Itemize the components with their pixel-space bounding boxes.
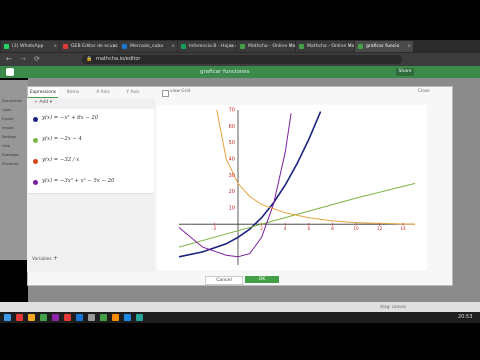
taskbar-app-icon[interactable] bbox=[28, 314, 35, 321]
tab-label: Mathcha - Online Ma bbox=[248, 44, 295, 49]
taskbar-app-icon[interactable] bbox=[16, 314, 23, 321]
cancel-button[interactable]: Cancel bbox=[205, 276, 243, 285]
x-tick-label: 4 bbox=[284, 226, 287, 231]
expression-text[interactable]: y(x) = −3x³ + x² − 5x − 20 bbox=[42, 178, 114, 184]
add-label: Add bbox=[39, 100, 49, 105]
view-grid-checkbox[interactable] bbox=[162, 90, 169, 97]
browser-tab[interactable]: Inferencia B - Hojas d × bbox=[178, 41, 236, 52]
bottom-black-bar bbox=[0, 323, 480, 360]
close-tab-icon[interactable]: × bbox=[289, 41, 293, 52]
close-tab-icon[interactable]: × bbox=[407, 41, 411, 52]
expression-row[interactable]: y(x) = −3x³ + x² − 5x − 20 bbox=[28, 172, 154, 194]
url-field[interactable]: 🔒 mathcha.io/editor bbox=[82, 55, 402, 64]
browser-tab[interactable]: Mathcha - Online Ma × bbox=[296, 41, 354, 52]
tab-label: (3) WhatsApp bbox=[12, 44, 44, 49]
plot-background bbox=[157, 105, 427, 270]
url-text: mathcha.io/editor bbox=[96, 56, 141, 62]
taskbar-app-icon[interactable] bbox=[76, 314, 83, 321]
app-logo-icon bbox=[6, 68, 14, 76]
expression-row[interactable]: y(x) = −x² + 6x − 20 bbox=[28, 109, 154, 131]
add-variable-icon[interactable]: + bbox=[53, 255, 58, 262]
view-grid-label: view Grid bbox=[170, 89, 191, 94]
close-dialog-button[interactable]: Close bbox=[418, 89, 430, 94]
dialog-tab[interactable]: Y Axis bbox=[118, 88, 148, 97]
ok-button[interactable]: OK bbox=[245, 276, 279, 283]
taskbar-app-icon[interactable] bbox=[4, 314, 11, 321]
taskbar-app-icon[interactable] bbox=[64, 314, 71, 321]
tab-favicon-icon bbox=[122, 44, 127, 49]
variables-label: Variables bbox=[32, 257, 52, 262]
close-tab-icon[interactable]: × bbox=[53, 41, 57, 52]
tab-favicon-icon bbox=[299, 44, 304, 49]
expression-row[interactable]: y(x) = −2x − 4 bbox=[28, 130, 154, 152]
status-text: drag: canvas bbox=[380, 304, 406, 309]
x-tick-label: 6 bbox=[307, 226, 310, 231]
close-tab-icon[interactable]: × bbox=[171, 41, 175, 52]
tab-favicon-icon bbox=[358, 44, 363, 49]
tab-label: GEB Editor de ecuaci bbox=[71, 44, 118, 49]
reload-icon[interactable]: ⟳ bbox=[34, 55, 40, 63]
y-tick-label: 50 bbox=[229, 140, 235, 146]
close-tab-icon[interactable]: × bbox=[230, 41, 234, 52]
series-color-icon[interactable] bbox=[33, 138, 38, 143]
taskbar-app-icon[interactable] bbox=[40, 314, 47, 321]
y-tick-label: 20 bbox=[229, 189, 235, 195]
x-tick-label: 10 bbox=[353, 226, 359, 231]
browser-tab[interactable]: GEB Editor de ecuaci × bbox=[60, 41, 118, 52]
dialog-tab[interactable]: Items bbox=[58, 88, 88, 97]
browser-tab[interactable]: (3) WhatsApp × bbox=[1, 41, 59, 52]
browser-tab[interactable]: Mercado_cuba × bbox=[119, 41, 177, 52]
editor-status-bar bbox=[0, 302, 480, 312]
tab-favicon-icon bbox=[181, 44, 186, 49]
close-tab-icon[interactable]: × bbox=[112, 41, 116, 52]
x-tick-label: 2 bbox=[260, 226, 263, 231]
y-tick-label: 10 bbox=[229, 205, 235, 211]
expression-text[interactable]: y(x) = −2x − 4 bbox=[42, 136, 82, 142]
x-tick-label: 12 bbox=[377, 226, 383, 231]
tab-label: Mercado_cuba bbox=[130, 44, 164, 49]
expression-text[interactable]: y(x) = −32 / x bbox=[42, 157, 79, 163]
y-tick-label: 70 bbox=[229, 108, 235, 114]
tab-favicon-icon bbox=[240, 44, 245, 49]
graph-canvas[interactable]: -2 2 4 6 8 10 12 14 70 60 50 40 30 20 10 bbox=[157, 105, 427, 270]
tab-label: Mathcha - Online Ma bbox=[307, 44, 354, 49]
tab-label: graficar funcio bbox=[366, 44, 400, 49]
series-color-icon[interactable] bbox=[33, 159, 38, 164]
series-color-icon[interactable] bbox=[33, 180, 38, 185]
app-title: graficar funciones bbox=[200, 69, 250, 75]
expression-text[interactable]: y(x) = −x² + 6x − 20 bbox=[42, 115, 98, 121]
add-expression-button[interactable]: + Add ▾ bbox=[34, 100, 52, 105]
tab-favicon-icon bbox=[4, 44, 9, 49]
taskbar-app-icon[interactable] bbox=[100, 314, 107, 321]
dialog-tab[interactable]: X Axis bbox=[88, 88, 118, 97]
tab-label: Inferencia B - Hojas d bbox=[189, 44, 236, 49]
taskbar-app-icon[interactable] bbox=[124, 314, 131, 321]
close-tab-icon[interactable]: × bbox=[348, 41, 352, 52]
y-tick-label: 30 bbox=[229, 173, 235, 179]
back-icon[interactable]: ← bbox=[6, 55, 12, 63]
tab-expressions[interactable]: Expressions bbox=[28, 88, 58, 98]
os-taskbar bbox=[0, 312, 480, 323]
taskbar-app-icon[interactable] bbox=[136, 314, 143, 321]
forward-icon[interactable]: → bbox=[20, 55, 26, 63]
clock: 20:53 bbox=[458, 314, 473, 320]
taskbar-app-icon[interactable] bbox=[52, 314, 59, 321]
x-tick-label: 14 bbox=[401, 226, 407, 231]
y-tick-label: 40 bbox=[229, 156, 235, 162]
chevron-down-icon: ▾ bbox=[49, 100, 52, 105]
x-tick-label: -2 bbox=[212, 226, 217, 231]
tab-favicon-icon bbox=[63, 44, 68, 49]
browser-tab[interactable]: graficar funcio × bbox=[355, 41, 413, 52]
taskbar-app-icon[interactable] bbox=[112, 314, 119, 321]
x-tick-label: 8 bbox=[331, 226, 334, 231]
lock-icon: 🔒 bbox=[86, 56, 93, 62]
top-black-bar bbox=[0, 0, 480, 40]
series-color-icon[interactable] bbox=[33, 117, 38, 122]
expression-row[interactable]: y(x) = −32 / x bbox=[28, 151, 154, 173]
browser-tab[interactable]: Mathcha - Online Ma × bbox=[237, 41, 295, 52]
share-button[interactable]: Share bbox=[396, 68, 414, 76]
y-tick-label: 60 bbox=[229, 124, 235, 130]
taskbar-app-icon[interactable] bbox=[88, 314, 95, 321]
